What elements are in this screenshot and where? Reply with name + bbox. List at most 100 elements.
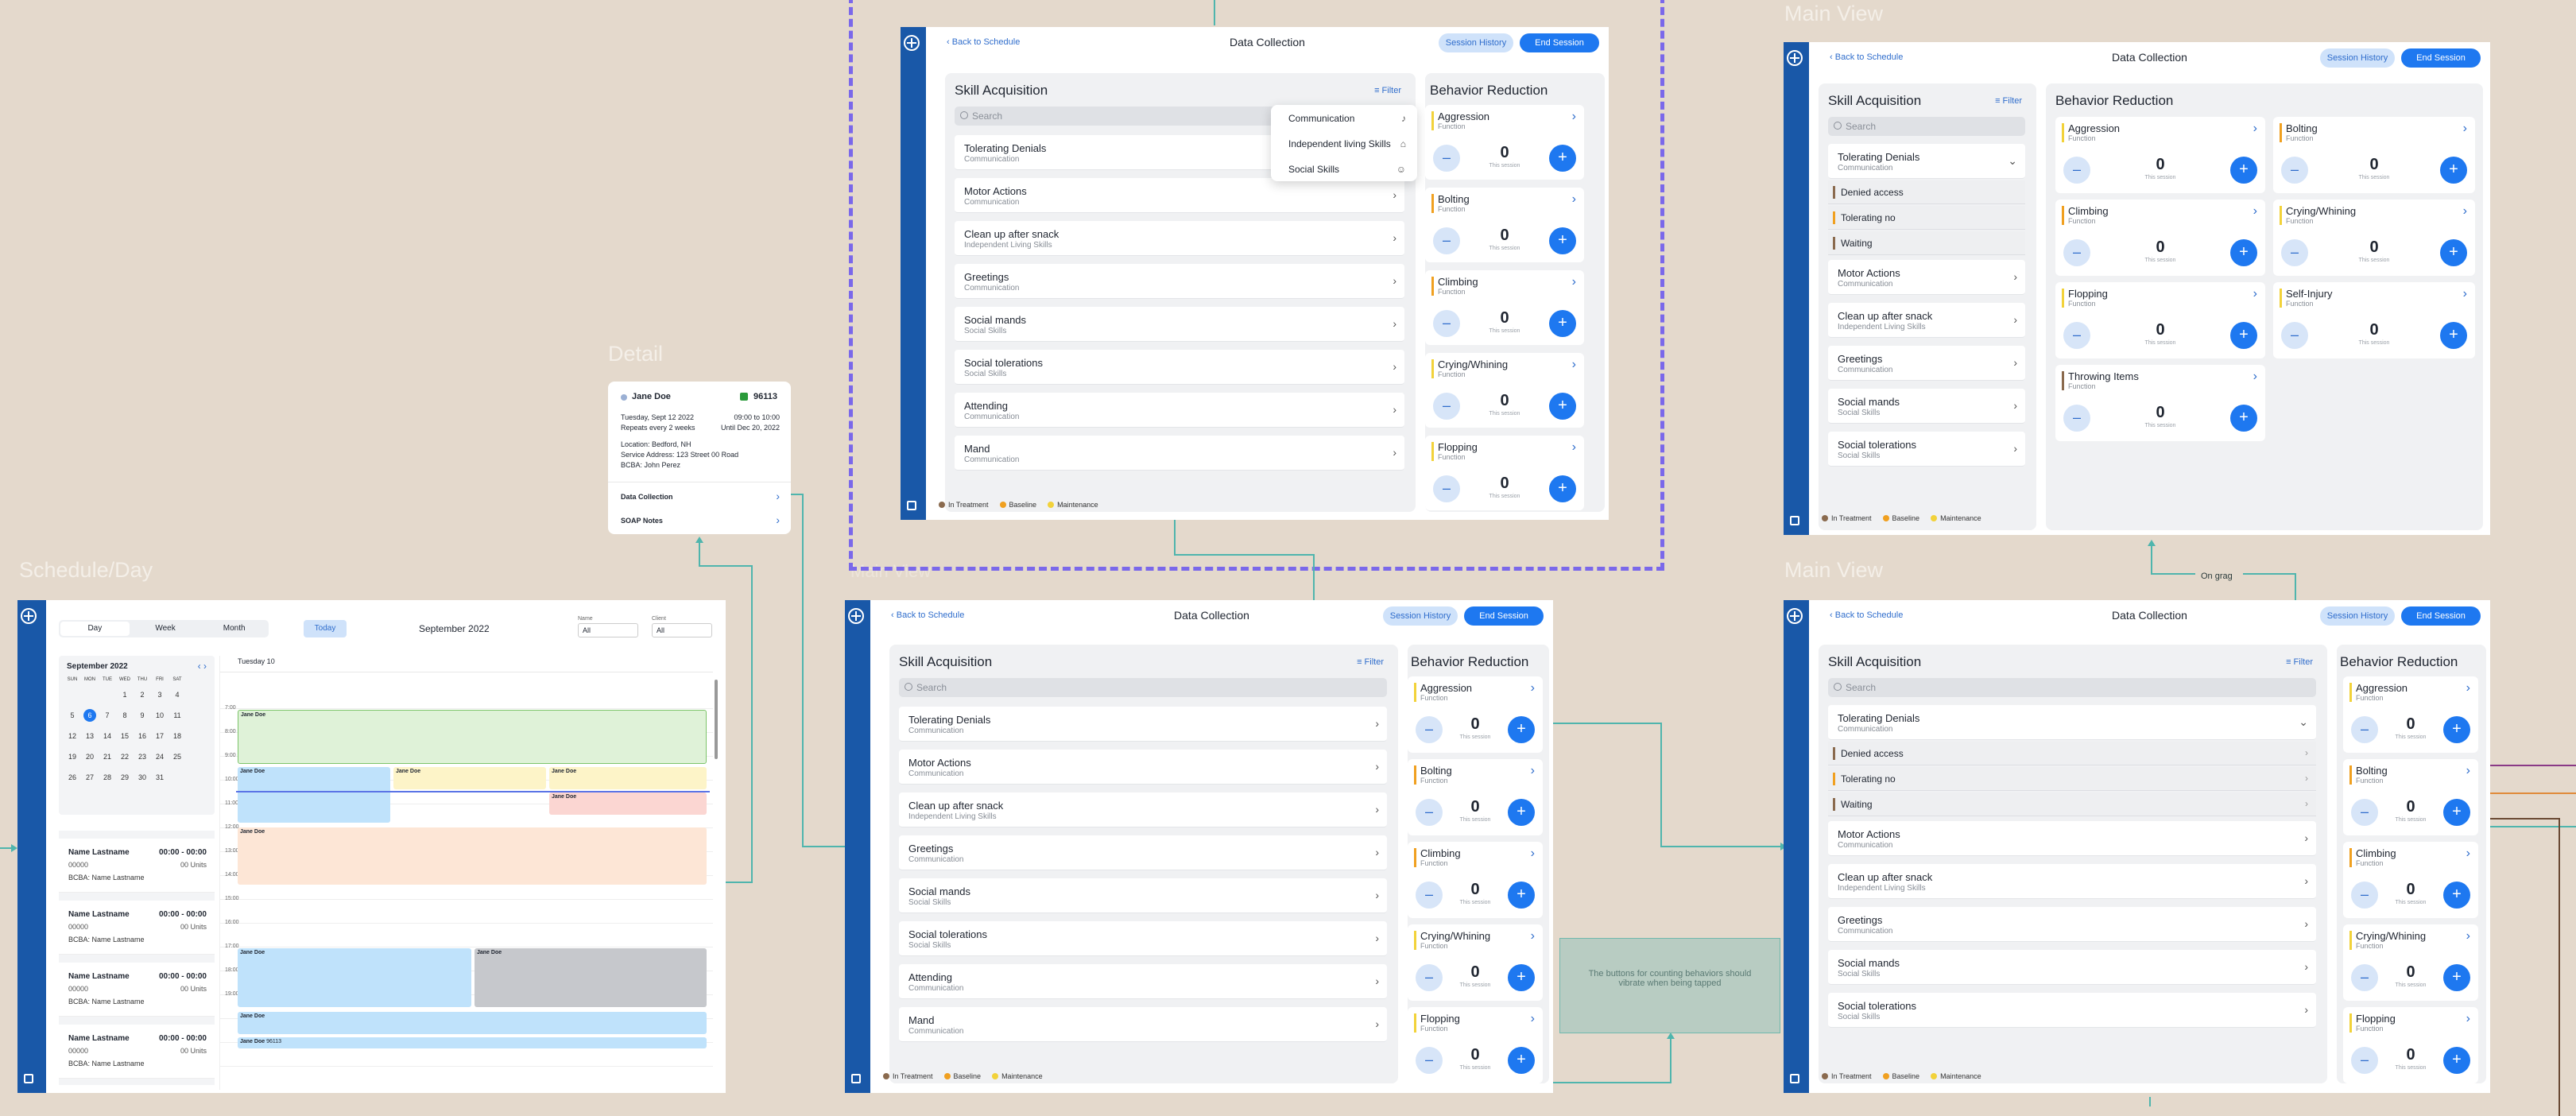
filter-button[interactable]: ≡ Filter [1995,96,2022,106]
data-collection-link[interactable]: Data Collection [621,493,673,501]
logout-icon[interactable] [24,1074,33,1083]
search-input[interactable]: Search [1828,117,2025,136]
list-item[interactable]: Social tolerations Social Skills › [1828,993,2316,1028]
increment-button[interactable]: + [2230,322,2257,349]
increment-button[interactable]: + [1549,475,1576,502]
chevron-right-icon[interactable]: › [1531,681,1535,696]
list-item[interactable]: Clean up after snack Independent Living S… [1828,864,2316,899]
chevron-right-icon[interactable]: › [1572,275,1576,289]
increment-button[interactable]: + [2440,239,2467,266]
end-session-button[interactable]: End Session [1464,606,1544,626]
chevron-right-icon[interactable]: › [1572,192,1576,207]
list-item-expanded[interactable]: Tolerating Denials Communication ⌄ [1828,705,2316,740]
subskill-item[interactable]: Denied access [1828,180,2025,204]
list-item[interactable]: Motor Actions Communication › [1828,260,2025,295]
increment-button[interactable]: + [1549,310,1576,337]
list-item[interactable]: Social mands Social Skills › [1828,389,2025,424]
list-item[interactable]: Clean up after snack Independent Living S… [1828,303,2025,338]
chevron-right-icon[interactable]: › [2466,847,2470,861]
list-item[interactable]: Greetings Communication › [955,264,1404,299]
logout-icon[interactable] [851,1074,861,1083]
list-item[interactable]: Social tolerations Social Skills › [1828,432,2025,467]
client-filter-select[interactable]: All [652,623,712,637]
increment-button[interactable]: + [2443,964,2470,991]
subskill-item[interactable]: Denied access › [1828,742,2316,765]
search-input[interactable]: Search [1828,678,2316,697]
calendar-event[interactable]: Jane Doe [238,767,390,823]
list-item[interactable]: Attending Communication › [955,393,1404,428]
checkbox-icon[interactable] [740,393,748,401]
increment-button[interactable]: + [2230,239,2257,266]
calendar-event[interactable]: Jane Doe [238,827,707,885]
chevron-right-icon[interactable]: › [2466,764,2470,778]
subskill-item[interactable]: Tolerating no [1828,206,2025,230]
filter-button[interactable]: ≡ Filter [1357,657,1384,667]
filter-option-independent-living[interactable]: Independent living Skills [1288,138,1391,149]
list-item[interactable]: Greetings Communication › [1828,346,2025,381]
calendar-event[interactable]: Jane Doe [238,1012,707,1034]
calendar-event[interactable]: Jane Doe [549,792,707,815]
list-item-expanded[interactable]: Tolerating Denials Communication ⌄ [1828,144,2025,179]
list-item[interactable]: Greetings Communication › [899,835,1387,870]
increment-button[interactable]: + [2443,882,2470,909]
logout-icon[interactable] [1790,516,1799,525]
chevron-right-icon[interactable]: › [1531,929,1535,944]
list-item[interactable]: Mand Communication › [899,1007,1387,1042]
filter-button[interactable]: ≡ Filter [1374,86,1401,95]
increment-button[interactable]: + [1549,393,1576,420]
chevron-right-icon[interactable]: › [1531,1012,1535,1026]
list-item[interactable]: Name Lastname 00:00 - 00:00 00000 00 Units B… [59,901,215,955]
increment-button[interactable]: + [2230,157,2257,184]
increment-button[interactable]: + [1508,799,1535,826]
calendar-event[interactable]: Jane Doe [238,948,471,1007]
chevron-right-icon[interactable]: › [1572,358,1576,372]
increment-button[interactable]: + [1508,1047,1535,1074]
filter-button[interactable]: ≡ Filter [2286,657,2313,667]
logout-icon[interactable] [907,501,916,510]
chevron-right-icon[interactable]: › [2466,929,2470,944]
tab-month[interactable]: Month [199,620,269,637]
list-item[interactable]: Motor Actions Communication › [955,178,1404,213]
subskill-item[interactable]: Waiting [1828,231,2025,255]
increment-button[interactable]: + [2440,157,2467,184]
logout-icon[interactable] [1790,1074,1799,1083]
chevron-right-icon[interactable]: › [1531,847,1535,861]
increment-button[interactable]: + [2443,799,2470,826]
soap-notes-link[interactable]: SOAP Notes [621,517,663,525]
chevron-right-icon[interactable]: › [2463,287,2467,301]
scrollbar[interactable] [715,680,718,759]
tab-week[interactable]: Week [131,620,200,637]
calendar-event[interactable]: Jane Doe [393,767,546,789]
search-input[interactable]: Search [899,678,1387,697]
session-history-button[interactable]: Session History [1383,606,1458,626]
today-button[interactable]: Today [304,620,347,637]
chevron-right-icon[interactable]: › [2466,1012,2470,1026]
chevron-right-icon[interactable]: › [1572,110,1576,124]
selected-day[interactable]: 6 [83,709,96,722]
list-item[interactable]: Mand Communication › [955,436,1404,471]
filter-option-social-skills[interactable]: Social Skills [1288,164,1339,175]
chevron-right-icon[interactable]: › [2253,287,2257,301]
end-session-button[interactable]: End Session [2401,48,2481,68]
calendar-event[interactable]: Jane Doe [549,767,707,789]
increment-button[interactable]: + [2230,405,2257,432]
month-nav-arrows[interactable]: ‹ › [198,661,207,672]
increment-button[interactable]: + [2443,716,2470,743]
end-session-button[interactable]: End Session [2401,606,2481,626]
list-item[interactable]: Social tolerations Social Skills › [899,921,1387,956]
increment-button[interactable]: + [2440,322,2467,349]
list-item[interactable]: Social tolerations Social Skills › [955,350,1404,385]
list-item[interactable]: Name Lastname 00:00 - 00:00 00000 00 Units B… [59,1025,215,1079]
increment-button[interactable]: + [1549,145,1576,172]
list-item[interactable]: Motor Actions Communication › [899,750,1387,785]
list-item[interactable]: Social mands Social Skills › [955,307,1404,342]
chevron-right-icon[interactable]: › [2463,122,2467,136]
session-history-button[interactable]: Session History [2320,48,2395,68]
chevron-right-icon[interactable]: › [1531,764,1535,778]
increment-button[interactable]: + [1508,882,1535,909]
session-history-button[interactable]: Session History [1439,33,1513,52]
list-item[interactable]: Greetings Communication › [1828,907,2316,942]
increment-button[interactable]: + [1508,716,1535,743]
calendar-event[interactable]: Jane Doe [475,948,707,1007]
list-item[interactable]: Name Lastname 00:00 - 00:00 00000 00 Units B… [59,839,215,893]
